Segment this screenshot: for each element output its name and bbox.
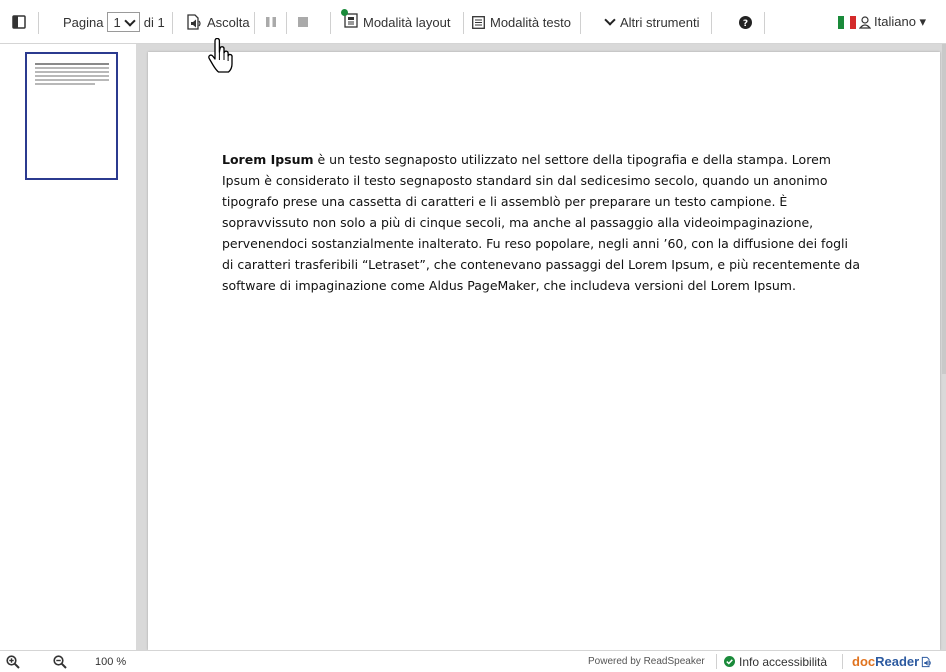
- bottom-separator: [842, 654, 843, 669]
- speaker-document-icon: [922, 656, 932, 667]
- page-label: Pagina: [63, 14, 104, 30]
- thumbnail-text-line: [35, 79, 109, 81]
- docreader-logo[interactable]: doc Reader: [852, 651, 933, 672]
- pause-icon: [266, 17, 276, 27]
- thumbnail-text-line: [35, 67, 109, 69]
- sidebar-panel-icon: [12, 15, 26, 29]
- listen-label: Ascolta: [207, 14, 250, 30]
- thumbnail-text-line: [35, 71, 109, 73]
- text-mode-label: Modalità testo: [490, 14, 571, 30]
- zoom-level: 100 %: [95, 655, 127, 668]
- page-select[interactable]: 1: [107, 12, 140, 32]
- document-paragraph-body: è un testo segnaposto utilizzato nel set…: [222, 152, 860, 293]
- brand-reader-text: Reader: [875, 654, 920, 669]
- voice-user-icon: [859, 15, 871, 29]
- thumbnail-text-line: [35, 75, 109, 77]
- toolbar-separator: [580, 12, 581, 34]
- stop-button[interactable]: [298, 0, 308, 44]
- text-lines-icon: [472, 15, 485, 29]
- speaker-document-icon: [187, 14, 201, 30]
- accessibility-info-link[interactable]: Info accessibilità: [724, 651, 827, 672]
- document-page: Lorem Ipsum è un testo segnaposto utiliz…: [148, 52, 940, 650]
- layout-icon-wrap: [341, 9, 358, 31]
- more-tools-button[interactable]: Altri strumenti: [604, 0, 700, 44]
- more-tools-label: Altri strumenti: [620, 14, 700, 30]
- brand-doc-text: doc: [852, 654, 876, 669]
- layout-mode-label: Modalità layout: [363, 14, 451, 30]
- vertical-scrollbar[interactable]: [942, 44, 946, 374]
- stop-icon: [298, 17, 308, 27]
- chevron-down-icon: [124, 14, 136, 27]
- page-thumbnail[interactable]: [25, 52, 118, 180]
- active-indicator-dot: [341, 9, 348, 16]
- layout-mode-button[interactable]: Modalità layout: [341, 0, 451, 44]
- toolbar-separator: [286, 12, 287, 34]
- powered-by-text[interactable]: Powered by ReadSpeaker: [588, 651, 705, 672]
- toolbar-separator: [463, 12, 464, 34]
- chevron-down-icon: [604, 14, 616, 26]
- sidebar-toggle-button[interactable]: [12, 0, 26, 44]
- toolbar-separator: [330, 12, 331, 34]
- text-mode-button[interactable]: Modalità testo: [472, 0, 571, 44]
- toolbar-separator: [254, 12, 255, 34]
- help-button[interactable]: ?: [739, 0, 752, 44]
- language-selector[interactable]: Italiano ▾: [838, 0, 926, 44]
- thumbnail-text-line: [35, 83, 95, 85]
- accessibility-info-label: Info accessibilità: [739, 654, 828, 669]
- help-icon: ?: [739, 15, 752, 29]
- check-circle-icon: [724, 656, 735, 667]
- zoom-in-button[interactable]: [6, 651, 20, 672]
- zoom-in-icon: [6, 654, 20, 669]
- toolbar-separator: [38, 12, 39, 34]
- italian-flag-icon: [838, 15, 856, 29]
- toolbar-separator: [711, 12, 712, 34]
- bottom-separator: [716, 654, 717, 669]
- bottom-bar: 100 % Powered by ReadSpeaker Info access…: [0, 650, 946, 671]
- page-navigator: Pagina 1 di 1: [63, 0, 165, 44]
- zoom-out-button[interactable]: [53, 651, 67, 672]
- hand-pointer-cursor-icon: [208, 38, 233, 73]
- document-bold-lead: Lorem Ipsum: [222, 152, 314, 167]
- document-viewport[interactable]: Lorem Ipsum è un testo segnaposto utiliz…: [136, 44, 946, 650]
- toolbar-separator: [764, 12, 765, 34]
- zoom-out-icon: [53, 654, 67, 669]
- toolbar-separator: [172, 12, 173, 34]
- thumbnail-text-line: [35, 63, 109, 65]
- language-label: Italiano ▾: [874, 14, 927, 29]
- page-total: di 1: [143, 14, 165, 30]
- svg-text:?: ?: [743, 19, 748, 29]
- pause-button[interactable]: [266, 0, 276, 44]
- thumbnail-pane: [0, 44, 136, 650]
- toolbar: Pagina 1 di 1 Ascolta Modalità layout Mo…: [0, 0, 946, 44]
- page-select-value: 1: [113, 14, 121, 30]
- document-paragraph: Lorem Ipsum è un testo segnaposto utiliz…: [222, 149, 862, 296]
